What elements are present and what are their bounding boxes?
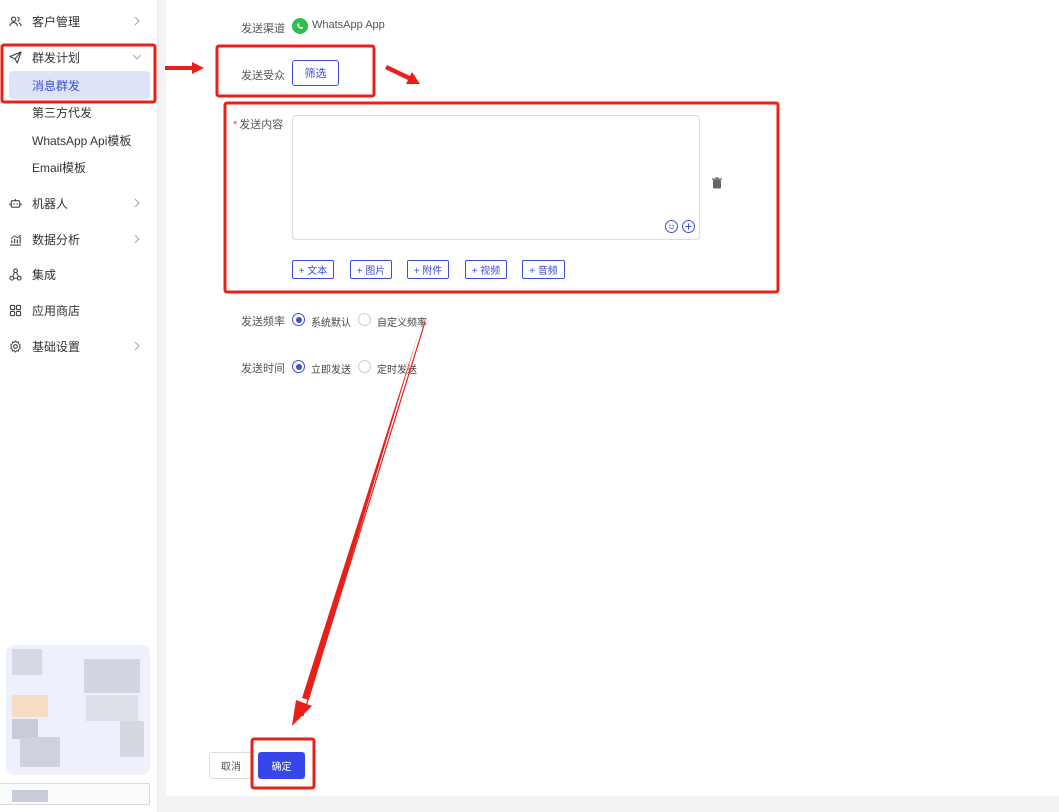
chevron-right-icon <box>132 234 142 244</box>
frequency-default-label[interactable]: 系统默认 <box>311 314 351 329</box>
frequency-default-radio[interactable] <box>292 313 305 326</box>
users-icon <box>8 14 22 28</box>
sidebar-item-integration[interactable]: 集成 <box>0 259 158 289</box>
chevron-right-icon <box>132 16 142 26</box>
chart-icon <box>8 232 22 246</box>
sidebar-subitem-label: WhatsApp Api模板 <box>32 133 132 148</box>
filter-button[interactable]: 筛选 <box>292 60 339 86</box>
sidebar-item-analytics[interactable]: 数据分析 <box>0 224 158 254</box>
redacted-bar <box>0 783 150 805</box>
send-icon <box>8 50 22 64</box>
channel-label: 发送渠道 <box>241 23 285 35</box>
channel-value: WhatsApp App <box>312 19 385 31</box>
sidebar-subitem-label: 第三方代发 <box>32 105 93 120</box>
time-now-radio[interactable] <box>292 360 305 373</box>
time-scheduled-label[interactable]: 定时发送 <box>377 361 417 376</box>
gear-icon <box>8 339 22 353</box>
chevron-down-icon <box>132 52 142 62</box>
add-attachment-button[interactable]: + 附件 <box>407 260 449 279</box>
sidebar-item-app-store[interactable]: 应用商店 <box>0 295 158 325</box>
sidebar-subitem-third-party[interactable]: 第三方代发 <box>0 98 158 126</box>
frequency-custom-label[interactable]: 自定义频率 <box>377 314 427 329</box>
add-video-button[interactable]: + 视频 <box>465 260 507 279</box>
sidebar-item-settings[interactable]: 基础设置 <box>0 331 158 361</box>
add-image-button[interactable]: + 图片 <box>350 260 392 279</box>
content-textarea[interactable] <box>292 115 700 240</box>
time-scheduled-radio[interactable] <box>358 360 371 373</box>
chevron-right-icon <box>132 341 142 351</box>
audience-label: 发送受众 <box>241 70 285 82</box>
sidebar-item-label: 客户管理 <box>32 14 81 29</box>
sidebar-item-label: 机器人 <box>32 196 69 211</box>
add-text-button[interactable]: + 文本 <box>292 260 334 279</box>
integration-icon <box>8 267 22 281</box>
sidebar-item-label: 集成 <box>32 267 57 282</box>
frequency-label: 发送频率 <box>241 316 285 328</box>
time-label: 发送时间 <box>241 363 285 375</box>
emoji-icon[interactable] <box>665 220 678 233</box>
sidebar-subitem-whatsapp-template[interactable]: WhatsApp Api模板 <box>0 126 158 154</box>
whatsapp-icon <box>292 18 308 34</box>
user-info-card-redacted <box>6 645 150 775</box>
apps-icon <box>8 303 22 317</box>
chevron-right-icon <box>132 198 142 208</box>
confirm-button[interactable]: 确定 <box>258 752 305 779</box>
sidebar-item-label: 数据分析 <box>32 232 81 247</box>
cancel-button[interactable]: 取消 <box>209 752 253 779</box>
sidebar-subitem-label: 消息群发 <box>32 78 81 93</box>
sidebar-item-customers[interactable]: 客户管理 <box>0 6 158 36</box>
sidebar: 客户管理 群发计划 消息群发 第三方代发 WhatsApp Api模板 Emai… <box>0 0 158 812</box>
add-circle-icon[interactable] <box>682 220 695 233</box>
robot-icon <box>8 196 22 210</box>
sidebar-subitem-email-template[interactable]: Email模板 <box>0 153 158 181</box>
sidebar-item-robot[interactable]: 机器人 <box>0 188 158 218</box>
time-now-label[interactable]: 立即发送 <box>311 361 351 376</box>
content-label: * 发送内容 <box>233 119 284 131</box>
sidebar-item-label: 群发计划 <box>32 50 81 65</box>
sidebar-subitem-message-broadcast[interactable]: 消息群发 <box>0 71 158 99</box>
trash-icon[interactable] <box>711 176 723 189</box>
sidebar-item-broadcast-plan[interactable]: 群发计划 <box>0 42 158 72</box>
sidebar-subitem-label: Email模板 <box>32 160 87 175</box>
frequency-custom-radio[interactable] <box>358 313 371 326</box>
sidebar-item-label: 基础设置 <box>32 339 81 354</box>
sidebar-item-label: 应用商店 <box>32 303 81 318</box>
add-audio-button[interactable]: + 音频 <box>522 260 565 279</box>
